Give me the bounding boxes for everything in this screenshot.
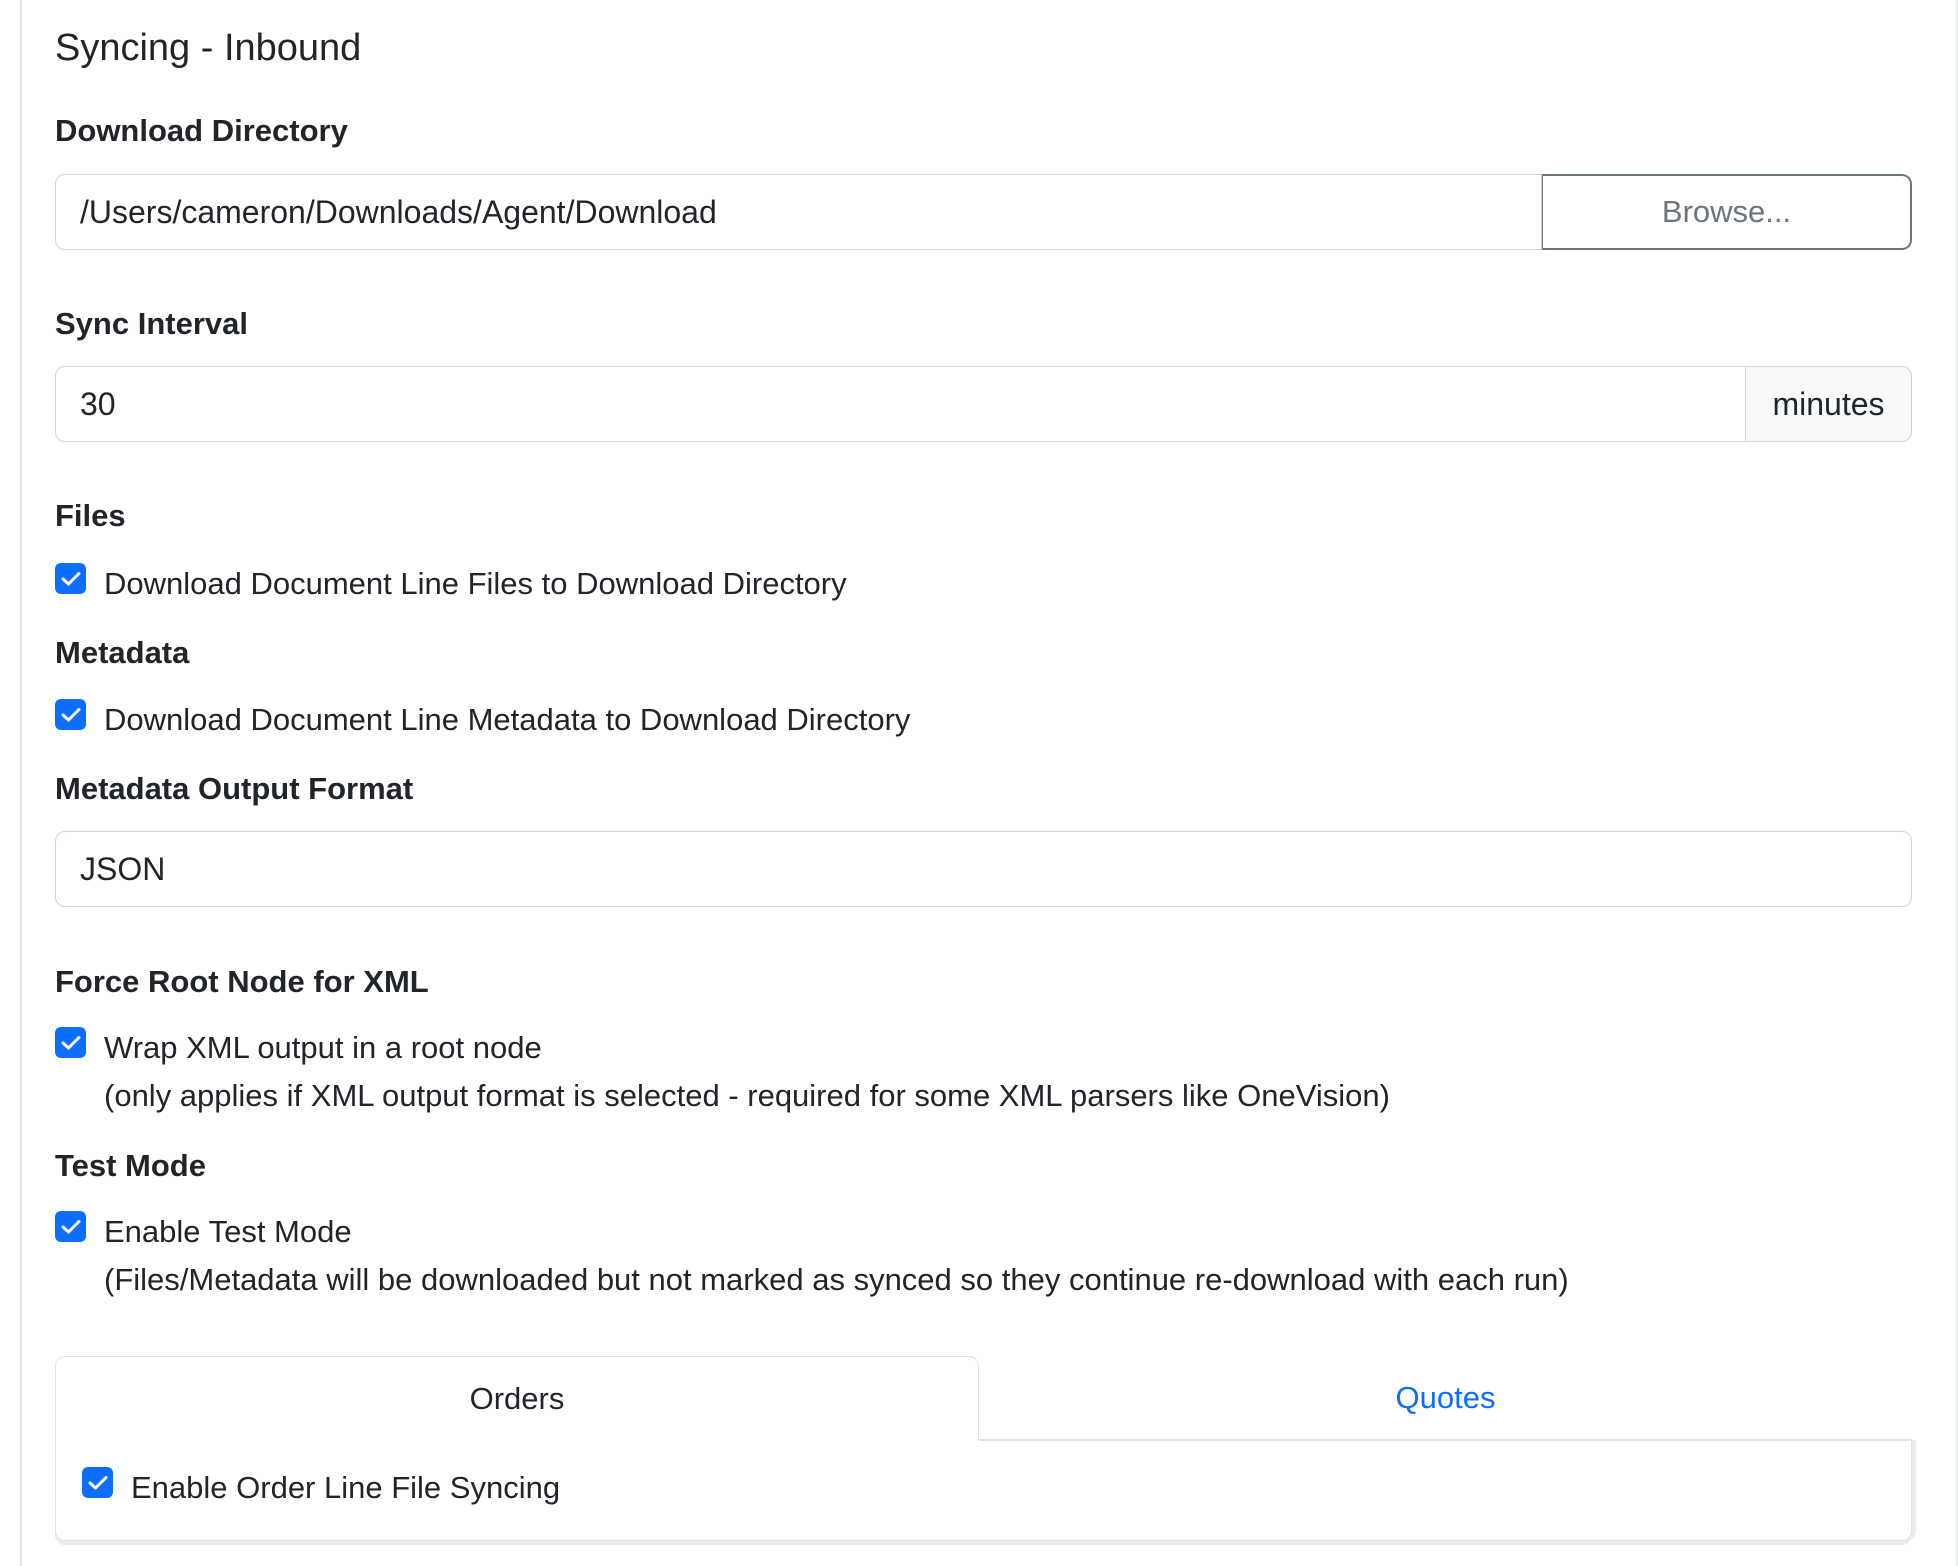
files-checkbox-row[interactable]: Download Document Line Files to Download…: [55, 560, 847, 608]
files-label: Files: [55, 498, 126, 533]
test-mode-note: (Files/Metadata will be downloaded but n…: [104, 1262, 1569, 1298]
left-divider: [20, 0, 22, 1566]
download-directory-label: Download Directory: [55, 113, 348, 148]
orders-tab-panel: Enable Order Line File Syncing: [55, 1440, 1912, 1541]
tab-orders[interactable]: Orders: [55, 1356, 979, 1440]
force-root-node-checkbox[interactable]: [55, 1027, 86, 1058]
test-mode-checkbox-row[interactable]: Enable Test Mode (Files/Metadata will be…: [55, 1208, 1569, 1304]
force-root-node-label: Force Root Node for XML: [55, 964, 429, 999]
force-root-node-checkbox-label: Wrap XML output in a root node: [104, 1030, 542, 1065]
metadata-checkbox-label: Download Document Line Metadata to Downl…: [104, 702, 911, 737]
sync-interval-unit: minutes: [1746, 366, 1912, 442]
sync-interval-input[interactable]: 30: [55, 366, 1746, 442]
metadata-output-format-label: Metadata Output Format: [55, 771, 414, 806]
force-root-node-text: Wrap XML output in a root node (only app…: [104, 1024, 1390, 1120]
download-directory-group: /Users/cameron/Downloads/Agent/Download …: [55, 174, 1912, 250]
section-title: Syncing - Inbound: [55, 27, 362, 69]
test-mode-text: Enable Test Mode (Files/Metadata will be…: [104, 1208, 1569, 1304]
metadata-checkbox[interactable]: [55, 699, 86, 730]
metadata-checkbox-row[interactable]: Download Document Line Metadata to Downl…: [55, 696, 910, 744]
tab-strip: Orders Quotes: [55, 1356, 1912, 1441]
metadata-output-format-select[interactable]: JSON: [55, 831, 1912, 907]
files-checkbox[interactable]: [55, 563, 86, 594]
settings-page: Syncing - Inbound Download Directory /Us…: [0, 0, 1958, 1566]
order-line-sync-checkbox-row[interactable]: Enable Order Line File Syncing: [82, 1464, 560, 1512]
checkmark-icon: [61, 1035, 80, 1049]
metadata-label: Metadata: [55, 635, 190, 670]
files-checkbox-label: Download Document Line Files to Download…: [104, 566, 847, 601]
force-root-node-checkbox-row[interactable]: Wrap XML output in a root node (only app…: [55, 1024, 1390, 1120]
test-mode-label: Test Mode: [55, 1148, 206, 1183]
checkmark-icon: [88, 1475, 107, 1489]
order-line-sync-label: Enable Order Line File Syncing: [131, 1470, 561, 1505]
test-mode-checkbox[interactable]: [55, 1211, 86, 1242]
tab-quotes[interactable]: Quotes: [979, 1356, 1912, 1440]
order-line-sync-checkbox[interactable]: [82, 1467, 113, 1498]
sync-interval-label: Sync Interval: [55, 306, 248, 341]
download-directory-input[interactable]: /Users/cameron/Downloads/Agent/Download: [55, 174, 1542, 250]
force-root-node-note: (only applies if XML output format is se…: [104, 1078, 1390, 1114]
checkmark-icon: [61, 1219, 80, 1233]
checkmark-icon: [61, 571, 80, 585]
test-mode-checkbox-label: Enable Test Mode: [104, 1214, 352, 1249]
document-type-tabs: Orders Quotes Enable Order Line File Syn…: [55, 1356, 1912, 1541]
checkmark-icon: [61, 707, 80, 721]
sync-interval-group: 30 minutes: [55, 366, 1912, 442]
metadata-output-format-group: JSON: [55, 831, 1912, 907]
browse-button[interactable]: Browse...: [1542, 174, 1912, 250]
